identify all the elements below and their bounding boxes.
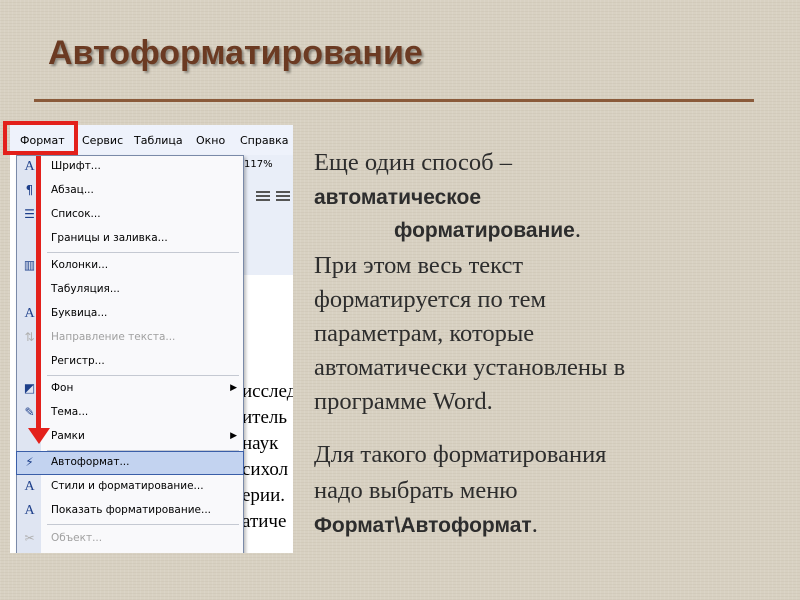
drop-cap-icon: A: [24, 306, 35, 321]
menu-separator: [47, 375, 239, 376]
text-para2-line3: Формат\Автоформат.: [314, 508, 538, 543]
menu-item-label: Абзац...: [51, 184, 94, 196]
paragraph-icon: ¶: [25, 183, 34, 197]
title-underline: [34, 99, 754, 102]
menu-item-list[interactable]: ☰ Список...: [17, 204, 243, 226]
submenu-arrow-icon: ▶: [230, 383, 237, 393]
autoformat-icon: ⚡: [25, 455, 34, 469]
menu-item-label: Автоформат...: [51, 456, 130, 468]
doc-text-line: итель: [242, 407, 288, 428]
menu-item-theme[interactable]: ✎ Тема...: [17, 402, 243, 424]
reveal-formatting-icon: A: [24, 503, 35, 518]
text-period: .: [531, 511, 538, 538]
menu-item-text-direction: ⇅ Направление текста...: [17, 327, 243, 349]
doc-text-line: сихол: [242, 459, 289, 480]
menu-item-tabs[interactable]: Табуляция...: [17, 279, 243, 301]
menu-item-label: Показать форматирование...: [51, 504, 211, 516]
menu-item-dropcap[interactable]: A Буквица...: [17, 303, 243, 325]
menu-separator: [47, 450, 239, 451]
menu-item-frames[interactable]: Рамки ▶: [17, 426, 243, 448]
menu-item-label: Фон: [51, 382, 74, 394]
background-icon: ◩: [23, 381, 36, 395]
align-center-icon[interactable]: [256, 191, 270, 193]
menu-item-reveal-formatting[interactable]: A Показать форматирование...: [17, 500, 243, 522]
menu-item-borders[interactable]: Границы и заливка...: [17, 228, 243, 250]
menu-item-label: Буквица...: [51, 307, 108, 319]
menu-item-background[interactable]: ◩ Фон ▶: [17, 378, 243, 400]
menu-window[interactable]: Окно: [196, 134, 225, 147]
menu-item-label: Табуляция...: [51, 283, 120, 295]
pointer-arrow-line: [36, 156, 41, 434]
menu-item-label: Регистр...: [51, 355, 105, 367]
zoom-box[interactable]: 117%: [244, 159, 273, 170]
menu-item-object: ✂ Объект...: [17, 528, 243, 550]
text-emphasis: форматирование: [394, 219, 575, 242]
doc-text-line: атиче: [242, 511, 287, 532]
text-para1-line5: форматируется по тем: [314, 286, 546, 313]
doc-text-line: наук: [242, 433, 279, 454]
format-menu-highlight: [3, 121, 78, 155]
menu-service[interactable]: Сервис: [82, 134, 123, 147]
text-para1-line4: При этом весь текст: [314, 252, 524, 279]
menu-item-paragraph[interactable]: ¶ Абзац...: [17, 180, 243, 202]
doc-text-line: исслед: [242, 381, 293, 402]
text-period: .: [574, 216, 581, 243]
menu-table[interactable]: Таблица: [134, 134, 183, 147]
text-para1-line2: автоматическое: [314, 186, 482, 209]
text-para1-line6: параметрам, которые: [314, 320, 535, 347]
text-para1-line7: автоматически установлены в: [314, 354, 626, 381]
menu-item-label: Шрифт...: [51, 160, 101, 172]
menu-item-label: Стили и форматирование...: [51, 480, 204, 492]
text-emphasis: Формат\Автоформат: [314, 514, 532, 537]
pointer-arrow-head-icon: [28, 428, 50, 444]
object-icon: ✂: [24, 531, 35, 545]
menu-item-autoformat[interactable]: ⚡ Автоформат...: [16, 451, 244, 475]
menu-help[interactable]: Справка: [240, 134, 288, 147]
styles-icon: A: [24, 479, 35, 494]
menu-item-label: Направление текста...: [51, 331, 176, 343]
menu-item-columns[interactable]: ▥ Колонки...: [17, 255, 243, 277]
menu-item-change-case[interactable]: Регистр...: [17, 351, 243, 373]
columns-icon: ▥: [23, 258, 36, 272]
menu-item-label: Тема...: [51, 406, 89, 418]
slide-title: Автоформатирование: [48, 34, 423, 72]
menu-item-font[interactable]: A Шрифт...: [17, 156, 243, 178]
menu-separator: [47, 524, 239, 525]
text-para1-line1: Еще один способ –: [314, 149, 512, 176]
theme-icon: ✎: [24, 405, 35, 419]
menu-item-label: Колонки...: [51, 259, 109, 271]
text-para1-line3: форматирование.: [394, 213, 581, 248]
menu-item-label: Границы и заливка...: [51, 232, 168, 244]
doc-text-line: ерии.: [242, 485, 286, 506]
list-icon: ☰: [24, 207, 35, 221]
menu-item-styles[interactable]: A Стили и форматирование...: [17, 476, 243, 498]
menu-item-label: Список...: [51, 208, 101, 220]
font-icon: A: [24, 159, 35, 174]
align-right-icon[interactable]: [276, 191, 290, 193]
menu-item-label: Рамки: [51, 430, 85, 442]
text-para2-line2: надо выбрать меню: [314, 477, 518, 504]
text-para2-line1: Для такого форматирования: [314, 441, 607, 468]
menu-separator: [47, 252, 239, 253]
word-screenshot: Формат Сервис Таблица Окно Справка 117% …: [10, 125, 293, 553]
format-dropdown-menu: A Шрифт... ¶ Абзац... ☰ Список... Границ…: [16, 155, 244, 553]
text-direction-icon: ⇅: [24, 330, 35, 344]
submenu-arrow-icon: ▶: [230, 431, 237, 441]
formatting-toolbar: [242, 155, 293, 275]
text-para1-line8: программе Word.: [314, 388, 493, 415]
menu-item-label: Объект...: [51, 532, 103, 544]
